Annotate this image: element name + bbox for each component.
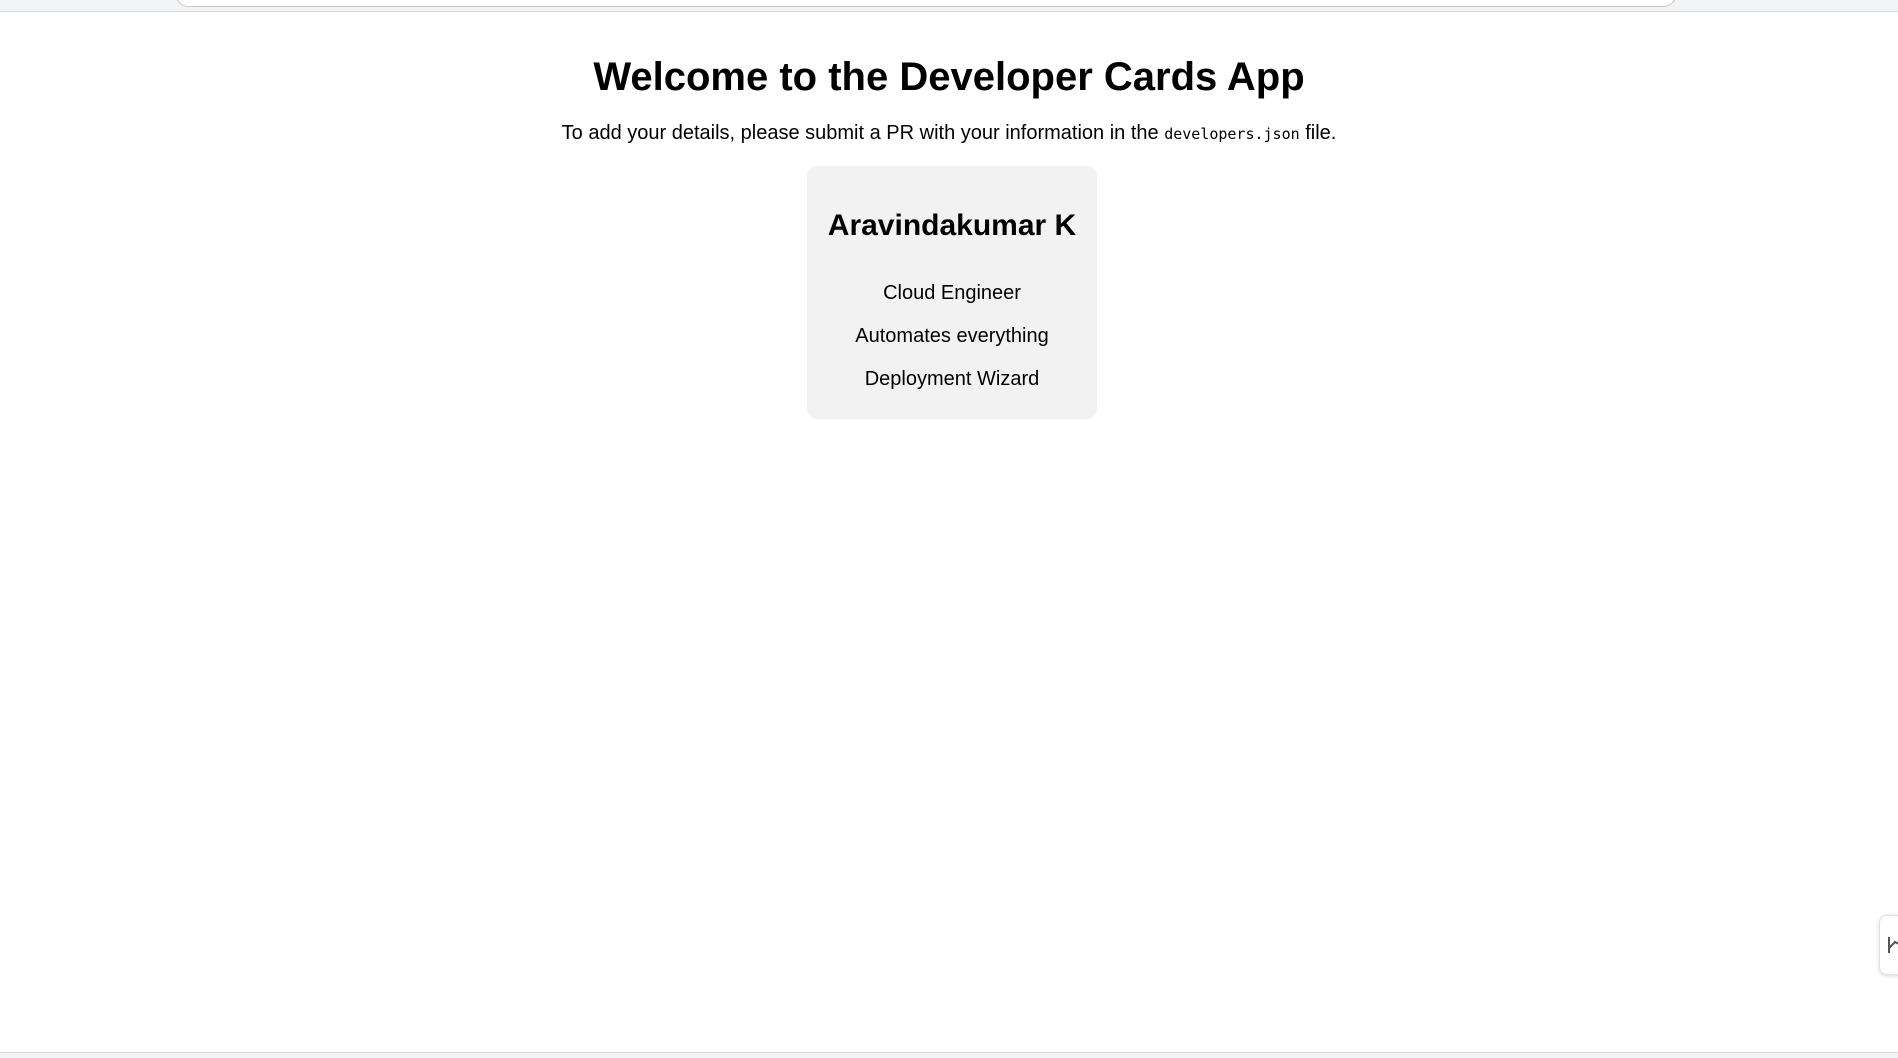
browser-bottom-edge xyxy=(0,1052,1898,1058)
page-content: Welcome to the Developer Cards App To ad… xyxy=(0,12,1898,1052)
page-title: Welcome to the Developer Cards App xyxy=(593,55,1305,99)
intro-text-after: file. xyxy=(1299,122,1337,144)
chart-line-icon xyxy=(1888,937,1898,953)
developer-role: Cloud Engineer xyxy=(883,282,1021,304)
developer-title: Deployment Wizard xyxy=(864,368,1040,390)
address-bar-edge[interactable] xyxy=(175,0,1677,7)
side-widget-button[interactable] xyxy=(1879,915,1898,975)
browser-top-strip xyxy=(0,0,1898,12)
intro-code-filename: developers.json xyxy=(1164,125,1300,143)
intro-text: To add your details, please submit a PR … xyxy=(0,119,1898,148)
intro-text-before: To add your details, please submit a PR … xyxy=(561,122,1165,144)
developer-name: Aravindakumar K xyxy=(827,209,1077,242)
developer-bio: Automates everything xyxy=(855,325,1049,347)
developer-card: Aravindakumar K Cloud Engineer Automates… xyxy=(807,166,1097,419)
